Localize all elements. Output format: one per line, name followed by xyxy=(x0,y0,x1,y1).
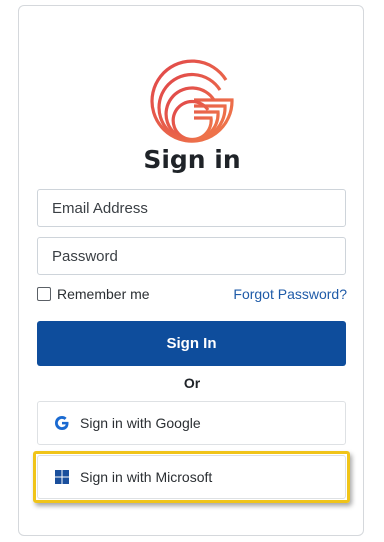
google-button-label: Sign in with Google xyxy=(80,415,201,431)
forgot-password-link[interactable]: Forgot Password? xyxy=(233,286,347,302)
remember-me-checkbox[interactable] xyxy=(37,287,51,301)
sign-in-with-google-button[interactable]: Sign in with Google xyxy=(37,401,346,445)
sign-in-with-microsoft-button[interactable]: Sign in with Microsoft xyxy=(37,455,346,499)
logo-icon xyxy=(150,59,234,143)
sign-in-button[interactable]: Sign In xyxy=(37,321,346,366)
microsoft-windows-icon xyxy=(55,470,69,484)
page-title: Sign in xyxy=(143,145,241,174)
remember-me[interactable]: Remember me xyxy=(37,286,150,302)
remember-me-label: Remember me xyxy=(57,286,150,302)
google-g-icon xyxy=(55,416,69,430)
email-field[interactable] xyxy=(37,189,346,227)
or-divider: Or xyxy=(183,375,201,391)
password-field[interactable] xyxy=(37,237,346,275)
microsoft-button-label: Sign in with Microsoft xyxy=(80,469,213,485)
